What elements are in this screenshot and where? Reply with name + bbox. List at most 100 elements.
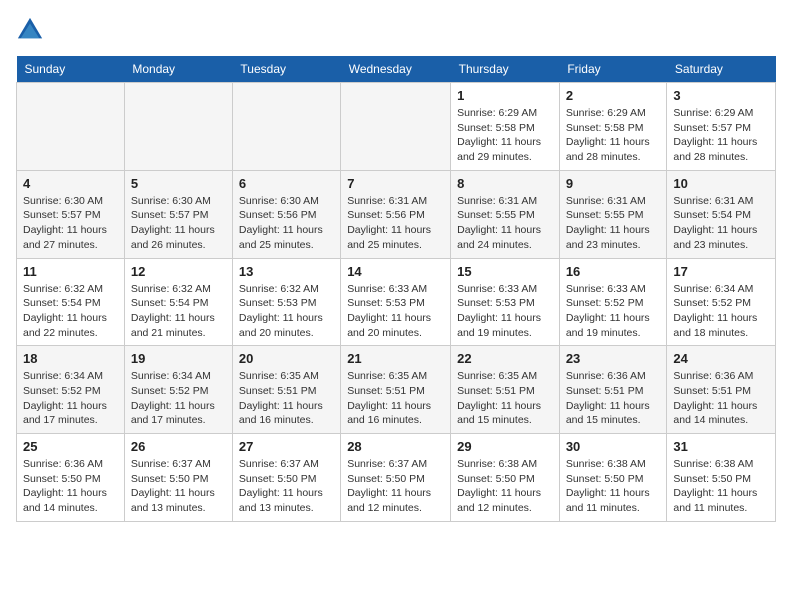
day-info: Sunrise: 6:33 AM Sunset: 5:52 PM Dayligh… <box>566 282 661 341</box>
calendar-cell: 31 Sunrise: 6:38 AM Sunset: 5:50 PM Dayli… <box>667 434 776 522</box>
day-info: Sunrise: 6:29 AM Sunset: 5:57 PM Dayligh… <box>673 106 769 165</box>
calendar-cell: 15Sunrise: 6:33 AM Sunset: 5:53 PM Dayli… <box>451 258 560 346</box>
calendar-cell <box>341 83 451 171</box>
calendar-header-wednesday: Wednesday <box>341 56 451 83</box>
calendar-cell: 7Sunrise: 6:31 AM Sunset: 5:56 PM Daylig… <box>341 170 451 258</box>
calendar-header-thursday: Thursday <box>451 56 560 83</box>
day-info: Sunrise: 6:35 AM Sunset: 5:51 PM Dayligh… <box>239 369 334 428</box>
day-number: 8 <box>457 176 553 191</box>
calendar-week-row: 1 Sunrise: 6:29 AM Sunset: 5:58 PM Daylig… <box>17 83 776 171</box>
day-number: 14 <box>347 264 444 279</box>
day-info: Sunrise: 6:36 AM Sunset: 5:50 PM Dayligh… <box>23 457 118 516</box>
calendar-cell: 8 Sunrise: 6:31 AM Sunset: 5:55 PM Daylig… <box>451 170 560 258</box>
day-info: Sunrise: 6:30 AM Sunset: 5:56 PM Dayligh… <box>239 194 334 253</box>
day-info: Sunrise: 6:36 AM Sunset: 5:51 PM Dayligh… <box>673 369 769 428</box>
day-info: Sunrise: 6:30 AM Sunset: 5:57 PM Dayligh… <box>23 194 118 253</box>
day-number: 19 <box>131 351 226 366</box>
day-number: 20 <box>239 351 334 366</box>
day-number: 24 <box>673 351 769 366</box>
calendar-cell: 4 Sunrise: 6:30 AM Sunset: 5:57 PM Daylig… <box>17 170 125 258</box>
logo-icon <box>16 16 44 44</box>
calendar-header-saturday: Saturday <box>667 56 776 83</box>
day-number: 3 <box>673 88 769 103</box>
calendar-cell: 27Sunrise: 6:37 AM Sunset: 5:50 PM Dayli… <box>232 434 340 522</box>
day-info: Sunrise: 6:29 AM Sunset: 5:58 PM Dayligh… <box>566 106 661 165</box>
day-info: Sunrise: 6:35 AM Sunset: 5:51 PM Dayligh… <box>347 369 444 428</box>
calendar-cell: 29 Sunrise: 6:38 AM Sunset: 5:50 PM Dayli… <box>451 434 560 522</box>
day-number: 12 <box>131 264 226 279</box>
day-info: Sunrise: 6:32 AM Sunset: 5:54 PM Dayligh… <box>131 282 226 341</box>
calendar-cell: 12 Sunrise: 6:32 AM Sunset: 5:54 PM Dayli… <box>124 258 232 346</box>
day-info: Sunrise: 6:34 AM Sunset: 5:52 PM Dayligh… <box>131 369 226 428</box>
day-number: 1 <box>457 88 553 103</box>
calendar-cell: 10 Sunrise: 6:31 AM Sunset: 5:54 PM Dayli… <box>667 170 776 258</box>
day-number: 6 <box>239 176 334 191</box>
calendar-cell: 14 Sunrise: 6:33 AM Sunset: 5:53 PM Dayli… <box>341 258 451 346</box>
day-info: Sunrise: 6:31 AM Sunset: 5:55 PM Dayligh… <box>457 194 553 253</box>
calendar-week-row: 4 Sunrise: 6:30 AM Sunset: 5:57 PM Daylig… <box>17 170 776 258</box>
day-info: Sunrise: 6:33 AM Sunset: 5:53 PM Dayligh… <box>347 282 444 341</box>
day-info: Sunrise: 6:38 AM Sunset: 5:50 PM Dayligh… <box>457 457 553 516</box>
calendar-table: SundayMondayTuesdayWednesdayThursdayFrid… <box>16 56 776 522</box>
calendar-cell <box>232 83 340 171</box>
day-number: 21 <box>347 351 444 366</box>
day-number: 25 <box>23 439 118 454</box>
page-header <box>16 16 776 44</box>
day-number: 28 <box>347 439 444 454</box>
calendar-cell: 16 Sunrise: 6:33 AM Sunset: 5:52 PM Dayli… <box>559 258 667 346</box>
day-info: Sunrise: 6:30 AM Sunset: 5:57 PM Dayligh… <box>131 194 226 253</box>
day-info: Sunrise: 6:29 AM Sunset: 5:58 PM Dayligh… <box>457 106 553 165</box>
day-info: Sunrise: 6:34 AM Sunset: 5:52 PM Dayligh… <box>673 282 769 341</box>
day-info: Sunrise: 6:31 AM Sunset: 5:56 PM Dayligh… <box>347 194 444 253</box>
day-info: Sunrise: 6:36 AM Sunset: 5:51 PM Dayligh… <box>566 369 661 428</box>
day-info: Sunrise: 6:31 AM Sunset: 5:55 PM Dayligh… <box>566 194 661 253</box>
calendar-cell: 6 Sunrise: 6:30 AM Sunset: 5:56 PM Daylig… <box>232 170 340 258</box>
calendar-cell: 13Sunrise: 6:32 AM Sunset: 5:53 PM Dayli… <box>232 258 340 346</box>
day-number: 16 <box>566 264 661 279</box>
calendar-cell: 22Sunrise: 6:35 AM Sunset: 5:51 PM Dayli… <box>451 346 560 434</box>
day-number: 4 <box>23 176 118 191</box>
day-number: 27 <box>239 439 334 454</box>
calendar-cell: 2Sunrise: 6:29 AM Sunset: 5:58 PM Daylig… <box>559 83 667 171</box>
day-number: 5 <box>131 176 226 191</box>
calendar-cell <box>17 83 125 171</box>
calendar-header-monday: Monday <box>124 56 232 83</box>
logo <box>16 16 48 44</box>
day-info: Sunrise: 6:38 AM Sunset: 5:50 PM Dayligh… <box>566 457 661 516</box>
calendar-cell: 20 Sunrise: 6:35 AM Sunset: 5:51 PM Dayli… <box>232 346 340 434</box>
calendar-cell <box>124 83 232 171</box>
calendar-cell: 18Sunrise: 6:34 AM Sunset: 5:52 PM Dayli… <box>17 346 125 434</box>
day-number: 30 <box>566 439 661 454</box>
day-number: 23 <box>566 351 661 366</box>
day-info: Sunrise: 6:37 AM Sunset: 5:50 PM Dayligh… <box>131 457 226 516</box>
calendar-week-row: 25 Sunrise: 6:36 AM Sunset: 5:50 PM Dayli… <box>17 434 776 522</box>
calendar-header-row: SundayMondayTuesdayWednesdayThursdayFrid… <box>17 56 776 83</box>
calendar-header-tuesday: Tuesday <box>232 56 340 83</box>
day-number: 17 <box>673 264 769 279</box>
calendar-week-row: 18Sunrise: 6:34 AM Sunset: 5:52 PM Dayli… <box>17 346 776 434</box>
day-number: 26 <box>131 439 226 454</box>
day-info: Sunrise: 6:34 AM Sunset: 5:52 PM Dayligh… <box>23 369 118 428</box>
day-info: Sunrise: 6:32 AM Sunset: 5:53 PM Dayligh… <box>239 282 334 341</box>
calendar-cell: 1 Sunrise: 6:29 AM Sunset: 5:58 PM Daylig… <box>451 83 560 171</box>
calendar-cell: 28 Sunrise: 6:37 AM Sunset: 5:50 PM Dayli… <box>341 434 451 522</box>
calendar-cell: 5 Sunrise: 6:30 AM Sunset: 5:57 PM Daylig… <box>124 170 232 258</box>
calendar-cell: 3 Sunrise: 6:29 AM Sunset: 5:57 PM Daylig… <box>667 83 776 171</box>
calendar-cell: 9 Sunrise: 6:31 AM Sunset: 5:55 PM Daylig… <box>559 170 667 258</box>
day-number: 10 <box>673 176 769 191</box>
calendar-cell: 17 Sunrise: 6:34 AM Sunset: 5:52 PM Dayli… <box>667 258 776 346</box>
day-number: 11 <box>23 264 118 279</box>
calendar-cell: 23 Sunrise: 6:36 AM Sunset: 5:51 PM Dayli… <box>559 346 667 434</box>
calendar-cell: 30 Sunrise: 6:38 AM Sunset: 5:50 PM Dayli… <box>559 434 667 522</box>
calendar-cell: 25 Sunrise: 6:36 AM Sunset: 5:50 PM Dayli… <box>17 434 125 522</box>
calendar-cell: 11 Sunrise: 6:32 AM Sunset: 5:54 PM Dayli… <box>17 258 125 346</box>
day-info: Sunrise: 6:38 AM Sunset: 5:50 PM Dayligh… <box>673 457 769 516</box>
day-info: Sunrise: 6:32 AM Sunset: 5:54 PM Dayligh… <box>23 282 118 341</box>
calendar-header-sunday: Sunday <box>17 56 125 83</box>
day-number: 31 <box>673 439 769 454</box>
day-info: Sunrise: 6:37 AM Sunset: 5:50 PM Dayligh… <box>347 457 444 516</box>
day-number: 9 <box>566 176 661 191</box>
day-info: Sunrise: 6:33 AM Sunset: 5:53 PM Dayligh… <box>457 282 553 341</box>
day-number: 29 <box>457 439 553 454</box>
day-info: Sunrise: 6:31 AM Sunset: 5:54 PM Dayligh… <box>673 194 769 253</box>
